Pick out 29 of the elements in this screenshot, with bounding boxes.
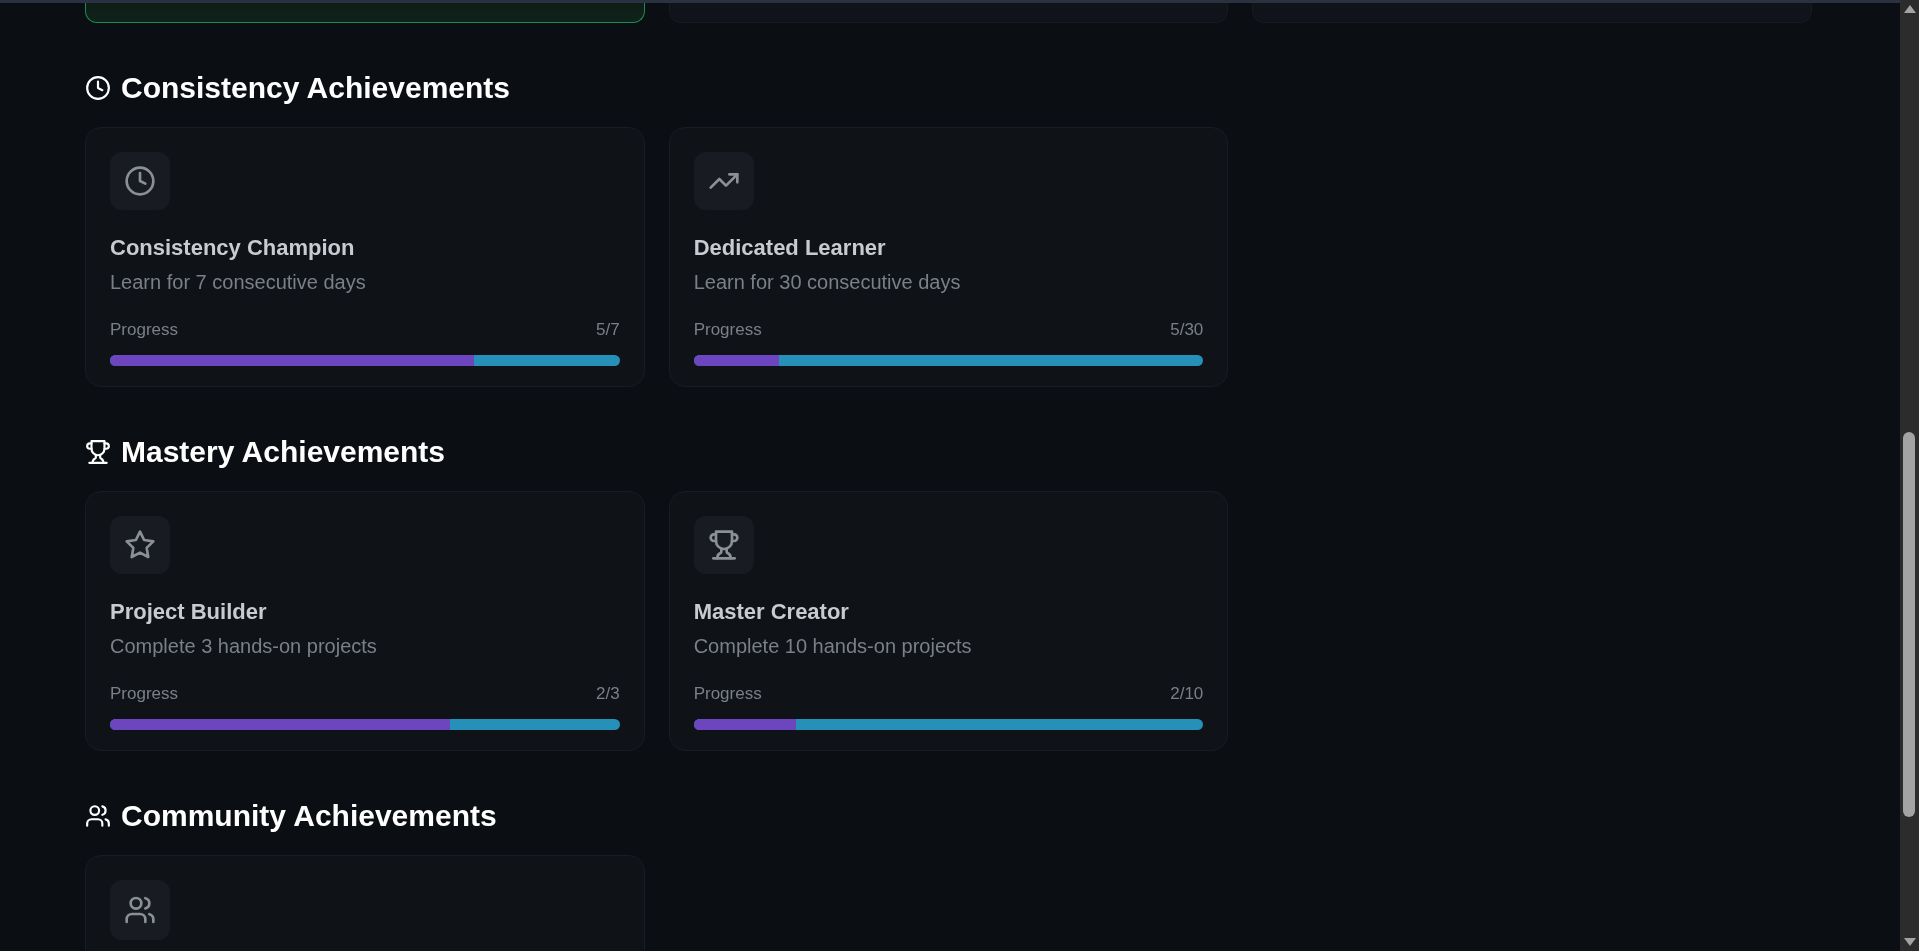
scrollbar[interactable] [1900,0,1919,951]
achievement-description: Complete 3 hands-on projects [110,634,378,660]
progress-count: 5/30 [1170,319,1204,342]
achievement-title: Project Builder [110,598,268,627]
trophy-icon [707,529,740,562]
achievement-description: Complete 10 hands-on projects [693,634,973,660]
progress-label: Progress [110,319,179,342]
users-icon [85,803,111,829]
achievement-description: Learn for 7 consecutive days [110,270,367,296]
section-heading: Mastery Achievements [121,435,446,469]
progress-count: 5/7 [596,319,620,342]
achievement-title: Dedicated Learner [693,234,887,263]
scroll-down-icon[interactable] [1903,938,1916,946]
scroll-thumb[interactable] [1903,432,1915,817]
achievement-description: Learn for 30 consecutive days [693,270,962,296]
progress-count: 2/3 [596,683,620,706]
section-heading: Community Achievements [121,799,497,833]
progress-label: Progress [693,683,762,706]
trophy-icon [85,439,111,465]
achievement-title: Consistency Champion [110,234,356,263]
clock-icon [124,165,156,198]
clock-icon [85,75,111,101]
progress-count: 2/10 [1170,683,1204,706]
progress-label: Progress [693,319,762,342]
achievement-title: Master Creator [693,598,850,627]
scroll-up-icon[interactable] [1903,5,1916,13]
progress-label: Progress [110,683,179,706]
section-heading: Consistency Achievements [121,71,511,105]
users-icon [124,894,156,926]
